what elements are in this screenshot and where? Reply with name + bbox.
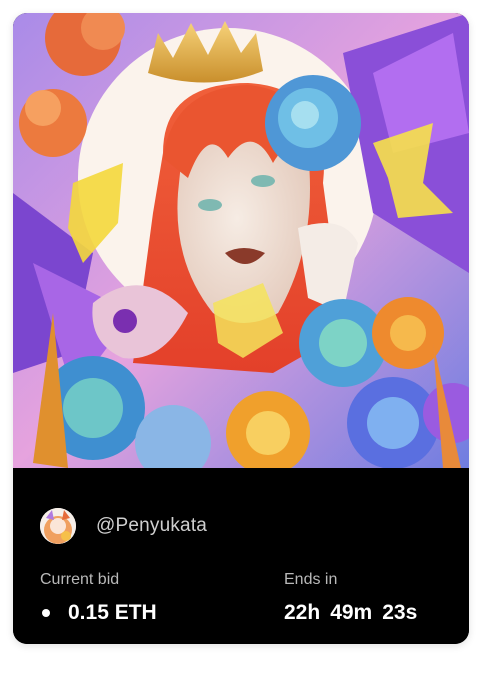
nft-card[interactable]: @Penyukata Current bid Ends in 0.15 ETH … (13, 13, 469, 644)
creator-handle[interactable]: @Penyukata (96, 515, 207, 537)
timer-minutes: 49m (330, 601, 373, 624)
avatar[interactable] (40, 508, 76, 544)
countdown-timer: 22h 49m 23s (284, 601, 427, 625)
artwork-image[interactable] (13, 13, 469, 468)
bid-amount: 0.15 ETH (68, 601, 157, 624)
portrait-artwork-icon (13, 13, 469, 468)
ends-in-label: Ends in (284, 571, 338, 588)
creator-row[interactable]: @Penyukata (40, 508, 207, 544)
timer-seconds: 23s (382, 601, 418, 624)
avatar-icon (40, 508, 76, 544)
eth-dot-icon (42, 609, 50, 617)
card-info-panel: @Penyukata Current bid Ends in 0.15 ETH … (13, 468, 469, 644)
timer-hours: 22h (284, 601, 321, 624)
current-bid-label: Current bid (40, 571, 120, 588)
current-bid-value: 0.15 ETH (40, 601, 157, 625)
